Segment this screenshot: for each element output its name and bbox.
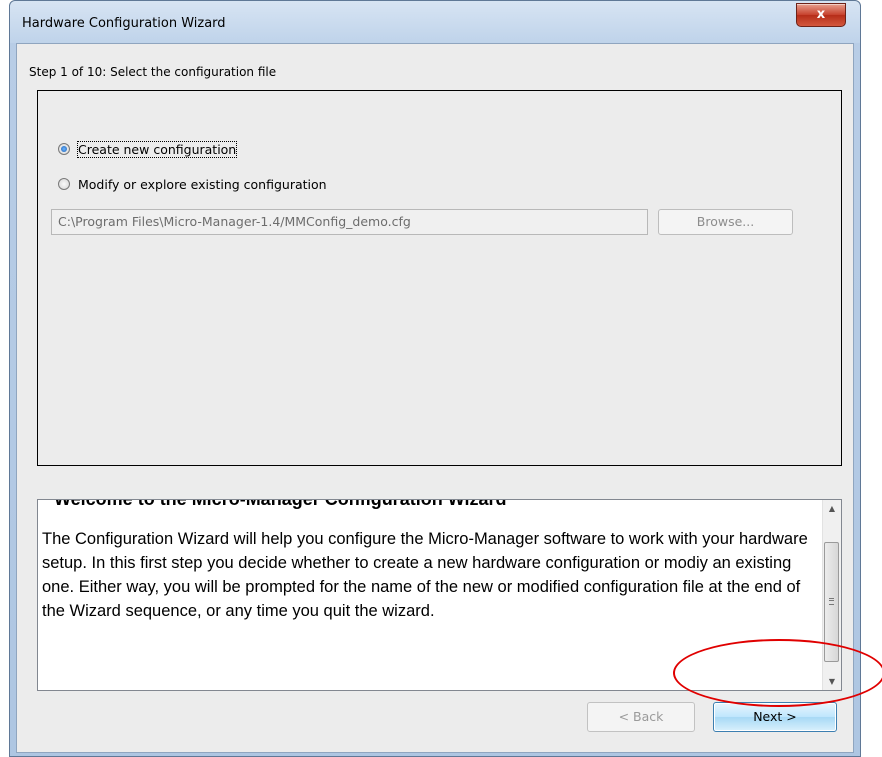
title-bar[interactable]: Hardware Configuration Wizard x	[10, 1, 860, 43]
options-panel: Create new configuration Modify or explo…	[37, 90, 842, 466]
scroll-thumb[interactable]	[824, 542, 839, 662]
window-title: Hardware Configuration Wizard	[22, 16, 226, 31]
modify-existing-option[interactable]: Modify or explore existing configuration	[58, 175, 327, 193]
browse-button: Browse...	[658, 209, 793, 235]
wizard-window: Hardware Configuration Wizard x Step 1 o…	[9, 0, 861, 757]
create-new-option[interactable]: Create new configuration	[58, 140, 238, 158]
wizard-client-area: Step 1 of 10: Select the configuration f…	[16, 43, 854, 753]
step-label: Step 1 of 10: Select the configuration f…	[29, 65, 277, 79]
back-button: < Back	[587, 702, 695, 732]
config-path-field: C:\Program Files\Micro-Manager-1.4/MMCon…	[51, 209, 648, 235]
next-button[interactable]: Next >	[713, 702, 837, 732]
description-box[interactable]: Welcome to the Micro-Manager Configurati…	[37, 499, 842, 691]
modify-existing-label[interactable]: Modify or explore existing configuration	[78, 177, 327, 192]
description-scrollbar[interactable]: ▲ ▼	[822, 500, 841, 690]
description-heading: Welcome to the Micro-Manager Configurati…	[54, 499, 507, 509]
close-icon: x	[816, 7, 826, 22]
radio-create-new[interactable]	[58, 143, 70, 155]
close-button[interactable]: x	[796, 3, 846, 27]
scroll-down-icon[interactable]: ▼	[823, 673, 841, 690]
create-new-label[interactable]: Create new configuration	[76, 140, 238, 158]
scroll-grip-icon	[829, 598, 834, 605]
scroll-up-icon[interactable]: ▲	[823, 500, 841, 517]
description-text: The Configuration Wizard will help you c…	[42, 530, 808, 620]
radio-modify-existing[interactable]	[58, 178, 70, 190]
